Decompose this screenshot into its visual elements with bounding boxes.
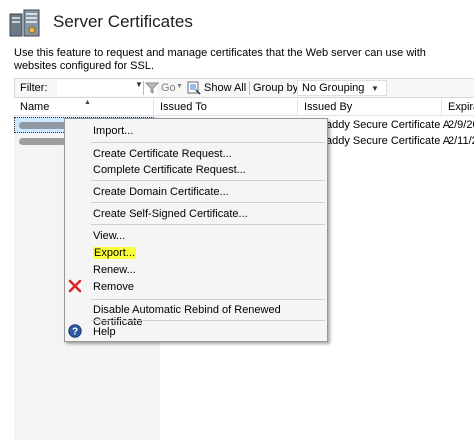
- column-header-issued-by[interactable]: Issued By: [298, 99, 442, 115]
- menu-item-export[interactable]: Export...: [65, 244, 327, 261]
- go-button[interactable]: Go: [161, 82, 176, 94]
- menu-item-complete-certificate-request[interactable]: Complete Certificate Request...: [65, 161, 327, 178]
- go-filter-icon[interactable]: [145, 81, 159, 95]
- issued-by-cell: addy Secure Certificate A...: [326, 135, 450, 147]
- menu-item-create-certificate-request[interactable]: Create Certificate Request...: [65, 145, 327, 162]
- column-header-issued-to[interactable]: Issued To: [154, 99, 298, 115]
- menu-item-remove[interactable]: Remove: [65, 278, 327, 295]
- server-certificate-icon: [9, 9, 40, 37]
- export-highlight: Export...: [93, 247, 136, 259]
- menu-separator: [91, 299, 325, 300]
- page-description: Use this feature to request and manage c…: [14, 47, 426, 72]
- context-menu: Import... Create Certificate Request... …: [64, 118, 328, 342]
- go-dropdown-icon[interactable]: ▼: [176, 83, 183, 90]
- menu-item-view[interactable]: View...: [65, 227, 327, 244]
- redacted-certificate-name: [19, 138, 67, 145]
- menu-item-renew[interactable]: Renew...: [65, 261, 327, 278]
- chevron-down-icon: ▼: [371, 84, 379, 93]
- column-header-expiration[interactable]: Expira: [442, 99, 474, 115]
- certificate-table-header: Name ▲ Issued To Issued By Expira: [14, 99, 474, 116]
- menu-item-create-domain-certificate[interactable]: Create Domain Certificate...: [65, 183, 327, 200]
- column-header-name[interactable]: Name ▲: [14, 99, 154, 115]
- show-all-button[interactable]: Show All: [204, 82, 246, 94]
- expiration-cell: 2/11/2: [448, 135, 474, 147]
- redacted-certificate-name: [19, 122, 67, 129]
- menu-separator: [91, 320, 325, 321]
- issued-by-cell: addy Secure Certificate A...: [326, 119, 450, 131]
- menu-item-create-self-signed-certificate[interactable]: Create Self-Signed Certificate...: [65, 205, 327, 222]
- toolbar-divider: [249, 81, 250, 95]
- group-by-value: No Grouping: [302, 82, 365, 94]
- menu-separator: [91, 142, 325, 143]
- menu-item-help[interactable]: ? Help: [65, 323, 327, 340]
- page-title: Server Certificates: [53, 12, 193, 31]
- svg-text:?: ?: [72, 327, 78, 338]
- filter-dropdown-icon[interactable]: ▼: [135, 80, 143, 89]
- filter-label: Filter:: [20, 82, 48, 94]
- group-by-label: Group by:: [253, 82, 302, 94]
- group-by-select[interactable]: No Grouping ▼: [297, 80, 387, 96]
- menu-item-disable-automatic-rebind[interactable]: Disable Automatic Rebind of Renewed Cert…: [65, 301, 327, 328]
- menu-item-import[interactable]: Import...: [65, 122, 327, 139]
- filter-toolbar: Filter: ▼ Go ▼ Show All Group by: No Gro…: [14, 78, 474, 98]
- red-x-icon: [68, 279, 82, 293]
- menu-separator: [91, 180, 325, 181]
- help-icon: ?: [68, 324, 82, 338]
- menu-separator: [91, 202, 325, 203]
- expiration-cell: 2/9/20: [448, 119, 474, 131]
- sort-ascending-icon: ▲: [84, 99, 91, 106]
- toolbar-divider: [143, 81, 144, 95]
- show-all-icon[interactable]: [187, 81, 202, 95]
- menu-separator: [91, 224, 325, 225]
